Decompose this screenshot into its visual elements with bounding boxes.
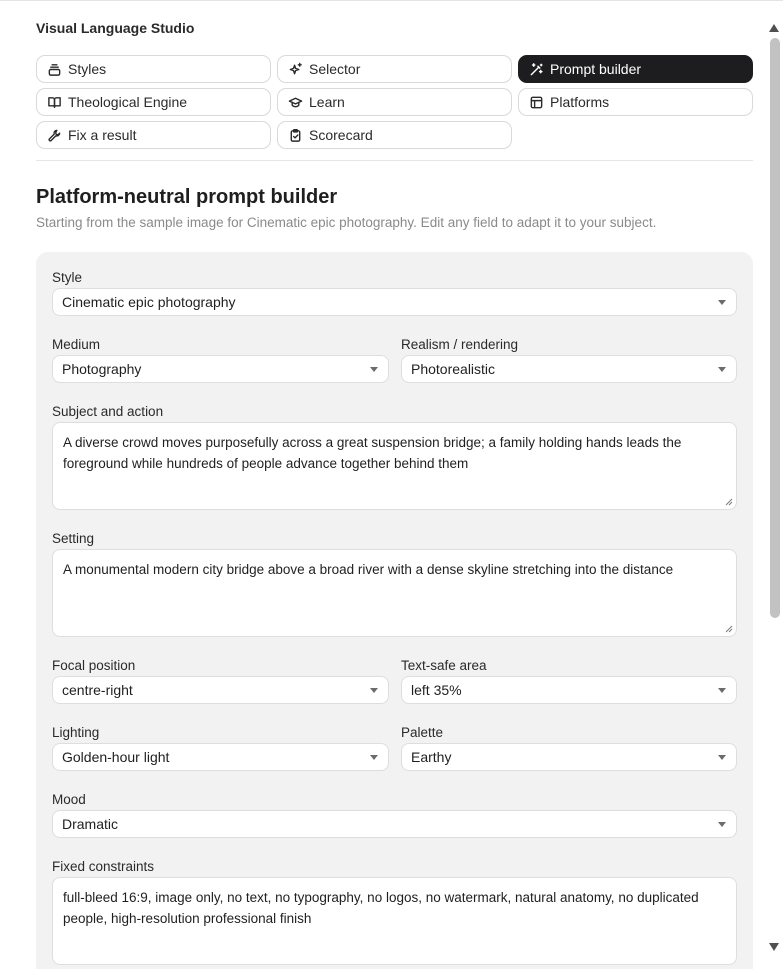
style-select[interactable]: Cinematic epic photography [52, 288, 737, 316]
fixed-constraints-value: full-bleed 16:9, image only, no text, no… [63, 890, 699, 926]
mood-value: Dramatic [62, 816, 119, 832]
clipboard-check-icon [287, 127, 303, 143]
chevron-down-icon [718, 300, 726, 305]
tab-label: Styles [68, 61, 107, 77]
tab-label: Fix a result [68, 127, 137, 143]
setting-textarea[interactable]: A monumental modern city bridge above a … [52, 549, 737, 637]
tab-fix-a-result[interactable]: Fix a result [36, 121, 271, 149]
palette-label: Palette [401, 725, 444, 740]
tab-label: Selector [309, 61, 361, 77]
sparkles-icon [287, 61, 303, 77]
app-title: Visual Language Studio [36, 20, 195, 36]
tab-platforms[interactable]: Platforms [518, 88, 753, 116]
mood-label: Mood [52, 792, 86, 807]
setting-value: A monumental modern city bridge above a … [63, 562, 674, 577]
tab-theological-engine[interactable]: Theological Engine [36, 88, 271, 116]
vertical-scrollbar[interactable] [767, 20, 783, 957]
magic-wand-icon [528, 61, 544, 77]
realism-value: Photorealistic [411, 361, 496, 377]
chevron-down-icon [718, 755, 726, 760]
realism-select[interactable]: Photorealistic [401, 355, 737, 383]
focal-position-value: centre-right [62, 682, 133, 698]
scroll-down-arrow-icon[interactable] [769, 943, 779, 951]
style-label: Style [52, 270, 83, 285]
scroll-up-arrow-icon[interactable] [769, 24, 779, 32]
page-title: Platform-neutral prompt builder [36, 186, 338, 208]
tab-scorecard[interactable]: Scorecard [277, 121, 512, 149]
palette-select[interactable]: Earthy [401, 743, 737, 771]
chevron-down-icon [370, 688, 378, 693]
medium-select[interactable]: Photography [52, 355, 389, 383]
stack-icon [46, 61, 62, 77]
mood-select[interactable]: Dramatic [52, 810, 737, 838]
palette-value: Earthy [411, 749, 452, 765]
medium-value: Photography [62, 361, 142, 377]
section-divider [36, 160, 753, 161]
medium-label: Medium [52, 337, 101, 352]
lighting-select[interactable]: Golden-hour light [52, 743, 389, 771]
resize-handle-icon[interactable] [724, 497, 733, 506]
graduation-cap-icon [287, 94, 303, 110]
text-safe-area-label: Text-safe area [401, 658, 487, 673]
text-safe-area-select[interactable]: left 35% [401, 676, 737, 704]
focal-position-label: Focal position [52, 658, 136, 673]
subject-textarea[interactable]: A diverse crowd moves purposefully acros… [52, 422, 737, 510]
subject-value: A diverse crowd moves purposefully acros… [63, 435, 682, 471]
wrench-icon [46, 127, 62, 143]
page-subtitle: Starting from the sample image for Cinem… [36, 215, 657, 230]
chevron-down-icon [718, 822, 726, 827]
tab-learn[interactable]: Learn [277, 88, 512, 116]
book-icon [46, 94, 62, 110]
fixed-constraints-label: Fixed constraints [52, 859, 155, 874]
top-border [0, 0, 783, 1]
style-value: Cinematic epic photography [62, 294, 236, 310]
setting-label: Setting [52, 531, 95, 546]
tab-label: Scorecard [309, 127, 373, 143]
tab-label: Platforms [550, 94, 610, 110]
chevron-down-icon [718, 688, 726, 693]
text-safe-area-value: left 35% [411, 682, 462, 698]
tab-label: Theological Engine [68, 94, 188, 110]
focal-position-select[interactable]: centre-right [52, 676, 389, 704]
tab-selector[interactable]: Selector [277, 55, 512, 83]
tab-label: Prompt builder [550, 61, 642, 77]
tab-label: Learn [309, 94, 345, 110]
scrollbar-thumb[interactable] [770, 38, 780, 618]
realism-label: Realism / rendering [401, 337, 519, 352]
lighting-label: Lighting [52, 725, 100, 740]
subject-label: Subject and action [52, 404, 164, 419]
layout-icon [528, 94, 544, 110]
chevron-down-icon [370, 367, 378, 372]
fixed-constraints-textarea[interactable]: full-bleed 16:9, image only, no text, no… [52, 877, 737, 965]
chevron-down-icon [370, 755, 378, 760]
chevron-down-icon [718, 367, 726, 372]
lighting-value: Golden-hour light [62, 749, 170, 765]
tab-prompt-builder[interactable]: Prompt builder [518, 55, 753, 83]
tab-styles[interactable]: Styles [36, 55, 271, 83]
resize-handle-icon[interactable] [724, 624, 733, 633]
